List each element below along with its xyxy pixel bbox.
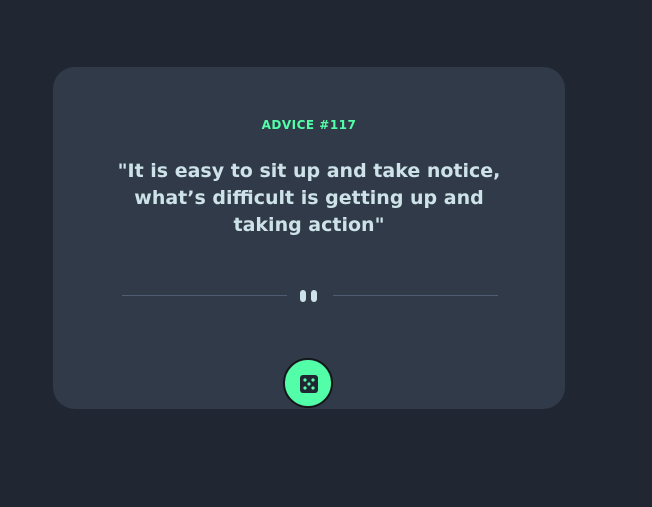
divider xyxy=(122,288,498,304)
new-advice-button[interactable] xyxy=(284,359,332,407)
advice-card: ADVICE #117 "It is easy to sit up and ta… xyxy=(53,67,565,409)
divider-line-left xyxy=(122,295,287,296)
pause-icon xyxy=(300,290,320,302)
dice-icon xyxy=(300,375,318,393)
advice-quote: "It is easy to sit up and take notice, w… xyxy=(117,160,501,236)
divider-line-right xyxy=(333,295,498,296)
advice-number-label: ADVICE #117 xyxy=(261,118,357,132)
